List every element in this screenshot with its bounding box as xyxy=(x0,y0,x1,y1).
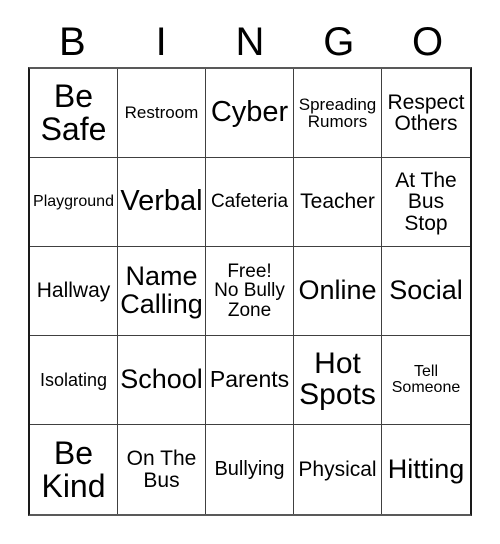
bingo-cell-label: At The Bus Stop xyxy=(395,168,457,235)
bingo-cell-label: Teacher xyxy=(300,190,375,214)
bingo-cell-label: Hot Spots xyxy=(299,347,376,411)
bingo-cell-label: Spreading Rumors xyxy=(298,94,377,131)
bingo-cell[interactable]: Restroom xyxy=(118,69,206,158)
bingo-cell[interactable]: Respect Others xyxy=(382,69,470,158)
bingo-cell-label: Social xyxy=(389,275,463,306)
bingo-cell-label: Hitting xyxy=(387,453,465,484)
bingo-free-space[interactable]: Free! No Bully Zone xyxy=(206,247,294,336)
bingo-cell[interactable]: School xyxy=(118,336,206,425)
bingo-cell[interactable]: Online xyxy=(294,247,382,336)
bingo-cell[interactable]: Name Calling xyxy=(118,247,206,336)
bingo-cell[interactable]: Spreading Rumors xyxy=(294,69,382,158)
bingo-cell[interactable]: Cafeteria xyxy=(206,158,294,247)
header-letter-b: B xyxy=(59,20,86,64)
bingo-cell[interactable]: Parents xyxy=(206,336,294,425)
bingo-free-space-label: Free! No Bully Zone xyxy=(214,260,285,321)
bingo-cell-label: School xyxy=(120,364,203,395)
header-letter-n: N xyxy=(235,20,265,64)
bingo-cell-label: Playground xyxy=(33,192,114,210)
bingo-cell[interactable]: Playground xyxy=(30,158,118,247)
bingo-cell-label: On The Bus xyxy=(126,447,197,492)
bingo-cell-label: Isolating xyxy=(39,369,108,390)
header-letter-o: O xyxy=(412,20,444,64)
header-letter-i: I xyxy=(155,20,167,64)
bingo-cell[interactable]: Bullying xyxy=(206,425,294,514)
bingo-cell-label: Bullying xyxy=(214,458,285,481)
bingo-cell-label: Restroom xyxy=(124,103,199,123)
bingo-cell[interactable]: Hot Spots xyxy=(294,336,382,425)
bingo-cell-label: Cyber xyxy=(210,96,289,129)
bingo-cell[interactable]: Isolating xyxy=(30,336,118,425)
bingo-cell-label: Cafeteria xyxy=(210,191,289,213)
bingo-cell[interactable]: Hitting xyxy=(382,425,470,514)
bingo-cell-label: Parents xyxy=(209,366,290,393)
bingo-cell[interactable]: Hallway xyxy=(30,247,118,336)
bingo-grid: Be Safe Restroom Cyber Spreading Rumors … xyxy=(28,67,472,516)
bingo-cell[interactable]: Teacher xyxy=(294,158,382,247)
bingo-cell[interactable]: Tell Someone xyxy=(382,336,470,425)
bingo-cell[interactable]: Cyber xyxy=(206,69,294,158)
bingo-cell[interactable]: Be Kind xyxy=(30,425,118,514)
bingo-cell[interactable]: Social xyxy=(382,247,470,336)
bingo-cell-label: Respect Others xyxy=(387,90,465,135)
bingo-cell[interactable]: Be Safe xyxy=(30,69,118,158)
bingo-cell-label: Be Kind xyxy=(41,434,106,504)
bingo-header: B I N G O xyxy=(28,18,472,66)
bingo-card: B I N G O Be Safe Restroom Cyber Spreadi… xyxy=(0,0,500,544)
bingo-cell[interactable]: Verbal xyxy=(118,158,206,247)
bingo-cell[interactable]: Physical xyxy=(294,425,382,514)
bingo-cell-label: Be Safe xyxy=(40,78,107,147)
bingo-cell-label: Verbal xyxy=(120,185,203,218)
bingo-cell-label: Name Calling xyxy=(120,261,203,319)
bingo-cell-label: Physical xyxy=(298,457,377,481)
bingo-cell[interactable]: At The Bus Stop xyxy=(382,158,470,247)
bingo-cell-label: Tell Someone xyxy=(391,362,461,396)
header-letter-g: G xyxy=(323,20,355,64)
bingo-cell[interactable]: On The Bus xyxy=(118,425,206,514)
bingo-cell-label: Online xyxy=(298,275,377,306)
bingo-cell-label: Hallway xyxy=(36,279,111,303)
